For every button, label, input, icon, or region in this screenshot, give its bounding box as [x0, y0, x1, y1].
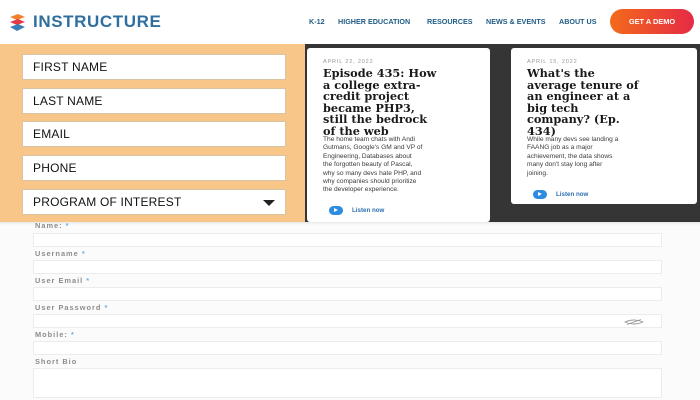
logo-text: INSTRUCTURE — [33, 12, 162, 31]
nav-item-about-us[interactable]: ABOUT US — [559, 17, 597, 26]
article-date: APRIL 15, 2022 — [527, 59, 578, 65]
program-of-interest-label: PROGRAM OF INTEREST — [33, 195, 182, 209]
name-label: Name: * — [35, 221, 70, 230]
article-summary: While many devs see landing a FAANG job … — [527, 136, 695, 178]
chevron-down-icon — [263, 200, 275, 206]
article-summary-line: the developer experience. — [323, 186, 399, 194]
required-marker: * — [81, 249, 86, 258]
user-password-label: User Password * — [35, 303, 108, 312]
nav-item-k12[interactable]: K-12 — [309, 17, 325, 26]
user-password-label-text: User Password — [35, 303, 102, 312]
mobile-input[interactable] — [33, 341, 662, 355]
article-summary-line: Gutmans, Google's GM and VP of — [323, 144, 423, 152]
short-bio-label: Short Bio — [35, 357, 77, 366]
article-title[interactable]: Episode 435: How a college extra- credit… — [323, 67, 488, 138]
short-bio-textarea[interactable] — [33, 368, 662, 398]
user-email-label: User Email * — [35, 276, 90, 285]
short-bio-label-text: Short Bio — [35, 357, 78, 366]
username-label-text: Username — [35, 249, 79, 258]
article-summary: The home team chats with Andi Gutmans, G… — [323, 136, 488, 195]
required-marker: * — [86, 276, 91, 285]
name-input[interactable] — [33, 233, 662, 247]
divider — [0, 222, 700, 225]
username-label: Username * — [35, 249, 86, 258]
user-email-input[interactable] — [33, 287, 662, 301]
lead-form: FIRST NAME LAST NAME EMAIL PHONE PROGRAM… — [0, 44, 305, 222]
listen-now-link[interactable]: Listen now — [533, 190, 588, 199]
last-name-field[interactable]: LAST NAME — [22, 88, 286, 114]
listen-now-link[interactable]: Listen now — [329, 206, 384, 215]
name-label-text: Name: — [35, 221, 63, 230]
required-marker: * — [65, 221, 70, 230]
article-card[interactable]: APRIL 15, 2022 What's the average tenure… — [511, 48, 697, 204]
play-icon — [533, 190, 547, 199]
first-name-field[interactable]: FIRST NAME — [22, 54, 286, 80]
get-a-demo-button[interactable]: GET A DEMO — [610, 9, 694, 34]
phone-field[interactable]: PHONE — [22, 155, 286, 181]
article-summary-line: why companies should prioritize — [323, 178, 417, 186]
play-icon — [329, 206, 343, 215]
article-card[interactable]: APRIL 22, 2022 Episode 435: How a colleg… — [307, 48, 490, 222]
mobile-label-text: Mobile: — [35, 330, 68, 339]
listen-now-label: Listen now — [352, 207, 385, 214]
logo[interactable]: INSTRUCTURE — [9, 12, 161, 32]
article-summary-line: While many devs see landing a — [527, 136, 619, 143]
listen-now-label: Listen now — [556, 191, 589, 198]
article-title[interactable]: What's the average tenure of an engineer… — [527, 67, 695, 138]
article-summary-line: the forgotten beauty of Pascal, — [323, 161, 413, 169]
podcast-band: APRIL 22, 2022 Episode 435: How a colleg… — [305, 44, 700, 222]
user-email-label-text: User Email — [35, 276, 84, 285]
program-of-interest-select[interactable]: PROGRAM OF INTEREST — [22, 189, 286, 215]
nav-item-news-events[interactable]: NEWS & EVENTS — [486, 17, 546, 26]
instructure-logo-icon — [10, 13, 25, 31]
article-date: APRIL 22, 2022 — [323, 59, 374, 65]
article-summary-line: FAANG job as a major — [527, 144, 593, 152]
article-summary-line: achievement, the data shows — [527, 152, 613, 160]
nav-item-higher-education[interactable]: HIGHER EDUCATION — [338, 17, 410, 26]
article-summary-line: many don't stay long after — [527, 161, 603, 169]
nav-item-resources[interactable]: RESOURCES — [427, 17, 473, 26]
username-input[interactable] — [33, 260, 662, 274]
user-password-input[interactable] — [33, 314, 662, 328]
article-summary-line: The home team chats with Andi — [323, 136, 415, 143]
eye-icon[interactable] — [624, 319, 644, 325]
email-field[interactable]: EMAIL — [22, 121, 286, 147]
site-header: INSTRUCTURE K-12 HIGHER EDUCATION RESOUR… — [0, 0, 700, 44]
required-marker: * — [104, 303, 109, 312]
required-marker: * — [70, 330, 75, 339]
article-summary-line: joining. — [527, 169, 548, 177]
mobile-label: Mobile: * — [35, 330, 75, 339]
article-summary-line: why so many devs hate PHP, and — [323, 169, 422, 177]
article-summary-line: Engineering, Databases about — [323, 152, 412, 160]
